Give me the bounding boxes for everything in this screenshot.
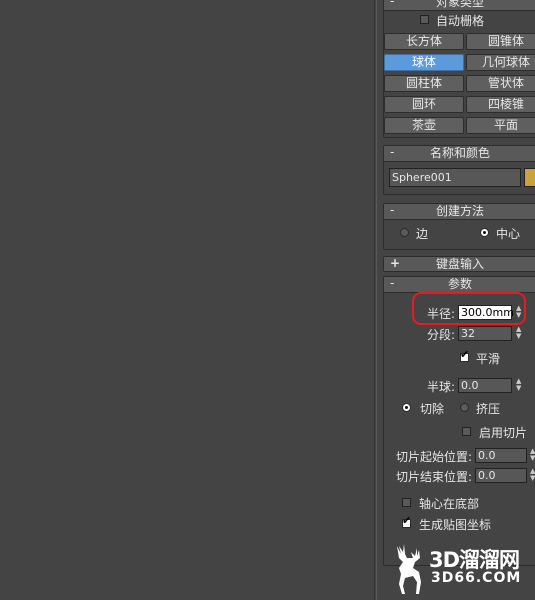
autogrid-checkbox[interactable] bbox=[420, 15, 429, 24]
squash-label: 挤压 bbox=[476, 402, 501, 416]
pyramid-button[interactable]: 四棱锥 bbox=[466, 96, 535, 113]
slice-to-spinner[interactable]: ▲ ▼ bbox=[529, 468, 535, 483]
slice-to-input[interactable]: 0.0 bbox=[475, 468, 527, 483]
slice-on-checkbox[interactable] bbox=[462, 427, 471, 436]
squash-radio[interactable] bbox=[460, 403, 469, 412]
geosphere-button[interactable]: 几何球体 bbox=[466, 54, 535, 71]
segments-label: 分段: bbox=[427, 328, 456, 342]
torus-button[interactable]: 圆环 bbox=[384, 96, 464, 113]
rollout-header-name-color[interactable]: - 名称和颜色 bbox=[384, 145, 535, 162]
deer-logo-icon bbox=[397, 544, 421, 594]
rollout-title: 对象类型 bbox=[435, 0, 484, 9]
viewport[interactable] bbox=[0, 0, 375, 600]
rollout-object-type: - 对象类型 自动栅格 长方体 圆锥体 球体 几何球体 圆柱体 管状体 圆环 四… bbox=[383, 0, 535, 138]
sphere-button[interactable]: 球体 bbox=[384, 54, 464, 71]
panel-divider bbox=[374, 0, 375, 600]
segments-spinner[interactable]: ▲ ▼ bbox=[515, 326, 524, 341]
gen-mapping-label: 生成贴图坐标 bbox=[419, 518, 492, 532]
cone-button[interactable]: 圆锥体 bbox=[466, 33, 535, 50]
rollout-header-parameters[interactable]: - 参数 bbox=[384, 276, 535, 293]
base-to-pivot-label: 轴心在底部 bbox=[419, 497, 480, 511]
slice-to-label: 切片结束位置: bbox=[396, 470, 473, 484]
color-swatch[interactable] bbox=[524, 168, 535, 187]
segments-input[interactable]: 32 bbox=[458, 326, 512, 341]
rollout-header-keyboard-entry[interactable]: + 键盘输入 bbox=[384, 256, 535, 272]
object-name-input[interactable]: Sphere001 bbox=[389, 168, 521, 187]
teapot-button[interactable]: 茶壶 bbox=[384, 117, 464, 134]
rollout-keyboard-entry[interactable]: + 键盘输入 bbox=[383, 256, 535, 272]
box-button[interactable]: 长方体 bbox=[384, 33, 464, 50]
hemisphere-spinner[interactable]: ▲ ▼ bbox=[515, 378, 524, 393]
rollout-name-color: - 名称和颜色 Sphere001 bbox=[383, 145, 535, 195]
slice-from-spinner[interactable]: ▲ ▼ bbox=[529, 448, 535, 463]
rollout-header-creation-method[interactable]: - 创建方法 bbox=[384, 203, 535, 220]
rollout-title: 键盘输入 bbox=[435, 257, 484, 271]
hemisphere-input[interactable]: 0.0 bbox=[458, 378, 512, 393]
cylinder-button[interactable]: 圆柱体 bbox=[384, 75, 464, 92]
rollout-creation-method: - 创建方法 边 中心 bbox=[383, 203, 535, 250]
center-label: 中心 bbox=[496, 227, 521, 241]
smooth-label: 平滑 bbox=[476, 352, 501, 366]
rollout-title: 参数 bbox=[447, 277, 472, 291]
chop-label: 切除 bbox=[420, 402, 445, 416]
watermark-url: 3D66.COM bbox=[431, 570, 522, 586]
radius-highlight-circle bbox=[412, 292, 526, 325]
edge-radio[interactable] bbox=[400, 228, 409, 237]
plane-button[interactable]: 平面 bbox=[466, 117, 535, 134]
rollout-title: 创建方法 bbox=[435, 204, 484, 218]
panel-divider-light bbox=[376, 0, 377, 600]
rollout-header-object-type[interactable]: - 对象类型 bbox=[384, 0, 535, 11]
slice-on-label: 启用切片 bbox=[479, 426, 528, 440]
slice-from-label: 切片起始位置: bbox=[396, 450, 473, 464]
smooth-checkbox[interactable]: ✔ bbox=[460, 349, 469, 362]
watermark: 3D溜溜网 3D66.COM bbox=[387, 538, 535, 600]
hemisphere-label: 半球: bbox=[427, 380, 456, 394]
slice-from-input[interactable]: 0.0 bbox=[475, 448, 527, 463]
rollout-title: 名称和颜色 bbox=[429, 146, 490, 160]
center-radio[interactable] bbox=[480, 228, 489, 237]
chop-radio[interactable] bbox=[402, 403, 411, 412]
tube-button[interactable]: 管状体 bbox=[466, 75, 535, 92]
gen-mapping-checkbox[interactable]: ✔ bbox=[402, 515, 411, 528]
base-to-pivot-checkbox[interactable] bbox=[402, 498, 411, 507]
autogrid-label: 自动栅格 bbox=[436, 14, 485, 28]
edge-label: 边 bbox=[416, 227, 429, 241]
